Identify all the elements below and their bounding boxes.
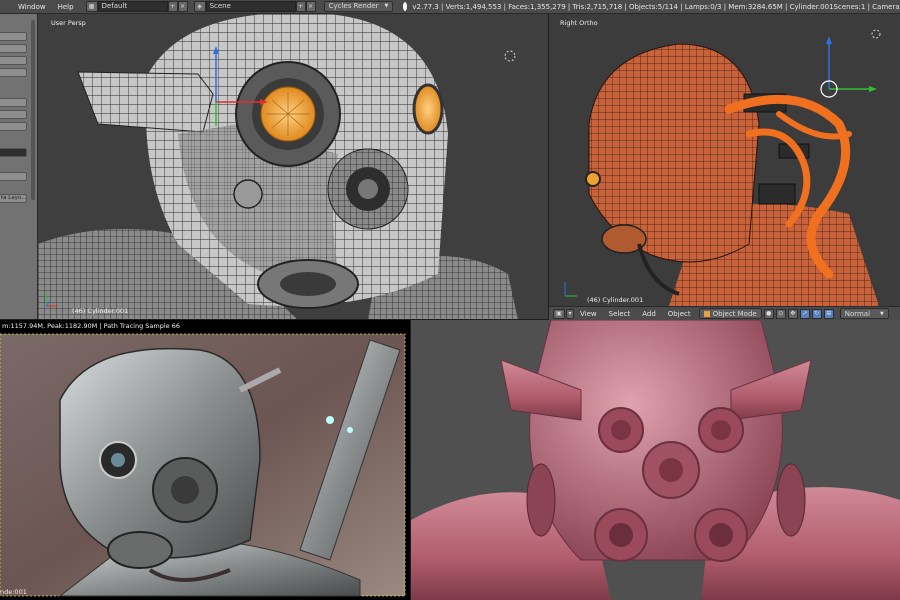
viewport-right-ortho[interactable]: Right Ortho (46) Cylinder.001 — [549, 14, 900, 306]
tool-button[interactable] — [0, 98, 27, 107]
tool-button[interactable]: ta Layo... — [0, 194, 27, 203]
menu-object[interactable]: Object — [662, 310, 697, 318]
render-status: m:1157.94M, Peak:1182.90M | Path Tracing… — [0, 320, 410, 332]
tool-shelf: ta Layo... — [0, 14, 38, 320]
rendered-image — [0, 333, 406, 597]
viewport-label: User Persp — [51, 19, 86, 27]
screen-layout-field[interactable]: Default — [97, 1, 168, 12]
menu-window[interactable]: Window — [12, 3, 52, 11]
render-engine-label: Cycles Render — [328, 2, 379, 10]
scene-stats: v2.77.3 | Verts:1,494,553 | Faces:1,355,… — [412, 2, 834, 11]
menu-add[interactable]: Add — [636, 310, 662, 318]
view3d-header: ▣ ▾ View Select Add Object Object Mode ●… — [549, 306, 900, 320]
menu-view[interactable]: View — [574, 310, 603, 318]
add-scene-button[interactable]: + — [295, 1, 306, 12]
mode-dropdown[interactable]: Object Mode — [698, 308, 762, 319]
info-header: Window Help ▦ Default + × ◈ Scene + × Cy… — [0, 0, 900, 14]
orientation-label: Normal — [844, 309, 871, 318]
chevron-down-icon: ▼ — [384, 3, 389, 9]
tool-button[interactable] — [0, 56, 27, 65]
mode-label: Object Mode — [712, 309, 757, 318]
scene-icon[interactable]: ◈ — [193, 1, 206, 12]
rotate-icon[interactable]: ↻ — [811, 308, 822, 319]
render-engine-dropdown[interactable]: Cycles Render ▼ — [323, 1, 394, 12]
viewport-user-persp[interactable]: User Persp (46) Cylinder.001 — [38, 14, 548, 320]
tool-button[interactable] — [0, 68, 27, 77]
chevron-down-icon: ▼ — [880, 310, 884, 317]
scene-stats-right: Scenes:1 | Cameras:0/2 | Meshlights:7/9 — [833, 2, 900, 11]
active-object-label: (46) Cylinder.001 — [587, 296, 644, 304]
translate-icon[interactable]: ↗ — [799, 308, 810, 319]
viewport-solid[interactable] — [411, 320, 900, 600]
orientation-dropdown[interactable]: Normal ▼ — [839, 308, 889, 319]
menu-select[interactable]: Select — [603, 310, 637, 318]
menu-help[interactable]: Help — [52, 3, 80, 11]
cube-icon[interactable]: ▣ — [553, 308, 565, 319]
pivot-icon[interactable]: ⊙ — [775, 308, 786, 319]
persp-model-render — [38, 14, 548, 320]
blender-logo-icon[interactable] — [403, 2, 408, 11]
tool-dropdown[interactable] — [0, 148, 27, 157]
add-screen-button[interactable]: + — [167, 1, 178, 12]
viewport-rendered[interactable]: m:1157.94M, Peak:1182.90M | Path Tracing… — [0, 320, 410, 600]
tool-button[interactable] — [0, 122, 27, 131]
active-object-label: (46) Cylinder.001 — [72, 307, 129, 315]
scale-icon[interactable]: ⊞ — [823, 308, 834, 319]
scene-selector[interactable]: ◈ Scene + × — [193, 1, 316, 12]
tool-button[interactable] — [0, 110, 27, 119]
viewport-label: Right Ortho — [560, 19, 598, 27]
screen-layout-selector[interactable]: ▦ Default + × — [85, 1, 188, 12]
ortho-model-render — [549, 14, 900, 306]
remove-scene-button[interactable]: × — [305, 1, 316, 12]
scene-field[interactable]: Scene — [205, 1, 296, 12]
tool-shelf-scrollbar[interactable] — [31, 20, 35, 200]
object-mode-icon — [703, 310, 710, 317]
tool-button[interactable] — [0, 172, 27, 181]
manipulator-icon[interactable]: ✥ — [787, 308, 798, 319]
remove-screen-button[interactable]: × — [177, 1, 188, 12]
shading-icon[interactable]: ● — [763, 308, 774, 319]
grid-icon[interactable]: ▦ — [85, 1, 98, 12]
solid-model-render — [411, 320, 900, 600]
chevron-down-icon[interactable]: ▾ — [566, 308, 574, 319]
tool-button[interactable] — [0, 44, 27, 53]
tool-button[interactable] — [0, 32, 27, 41]
active-object-label: nde:001 — [0, 588, 27, 596]
